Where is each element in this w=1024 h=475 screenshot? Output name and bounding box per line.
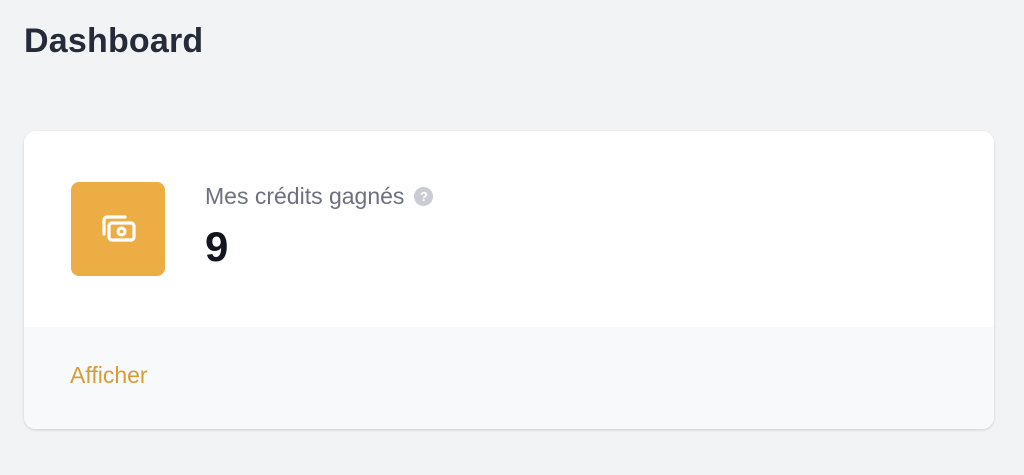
page-title: Dashboard [24, 22, 204, 60]
show-link[interactable]: Afficher [70, 362, 148, 389]
stat-card: Mes crédits gagnés ? 9 Afficher [24, 131, 994, 429]
question-circle-icon[interactable]: ? [414, 187, 434, 206]
stat-value: 9 [205, 223, 229, 270]
stat-card-body: Mes crédits gagnés ? 9 [24, 131, 994, 327]
cash-icon [71, 182, 165, 276]
stat-label: Mes crédits gagnés [205, 183, 405, 209]
stat-label-row: Mes crédits gagnés ? [205, 183, 434, 210]
stat-card-footer: Afficher [24, 327, 994, 429]
